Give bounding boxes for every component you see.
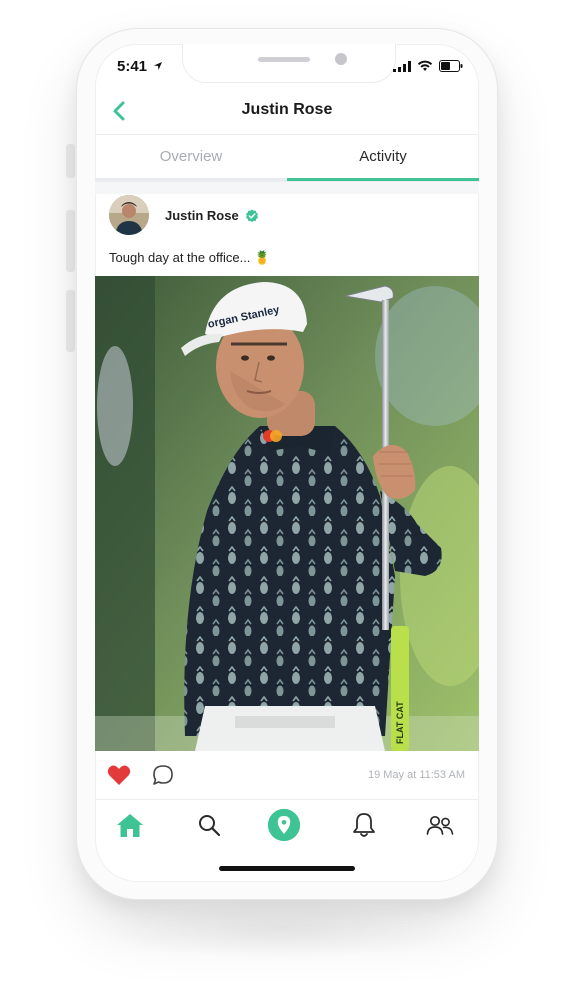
profile-tabs: Overview Activity xyxy=(95,134,479,179)
avatar[interactable] xyxy=(109,195,149,235)
tab-home[interactable] xyxy=(113,808,147,842)
post-timestamp: 19 May at 11:53 AM xyxy=(367,769,465,781)
active-tab-indicator xyxy=(287,178,479,181)
post-photo[interactable]: organ Stanley FLAT CAT xyxy=(95,276,479,751)
tab-overview[interactable]: Overview xyxy=(95,135,287,179)
verified-badge-icon xyxy=(246,209,258,223)
avatar-image xyxy=(109,195,149,235)
golfer-photo: organ Stanley FLAT CAT xyxy=(95,276,479,751)
search-icon xyxy=(199,815,221,837)
nav-header: Justin Rose xyxy=(95,92,479,132)
mute-switch xyxy=(66,144,75,178)
tab-search[interactable] xyxy=(192,808,226,842)
tab-notifications[interactable] xyxy=(347,808,381,842)
location-pin-icon xyxy=(267,808,301,842)
signal-icon xyxy=(393,60,411,72)
volume-down-button xyxy=(66,290,75,352)
app-screen: 5:41 Justin Rose Overview Activity Justi… xyxy=(95,44,479,882)
tab-activity[interactable]: Activity xyxy=(287,135,479,179)
notch xyxy=(182,44,396,83)
wifi-icon xyxy=(417,60,433,71)
post-actions: 19 May at 11:53 AM xyxy=(95,751,479,800)
home-indicator[interactable] xyxy=(219,866,355,871)
tab-location[interactable] xyxy=(267,808,301,842)
location-arrow-icon xyxy=(154,62,163,70)
bell-icon xyxy=(353,813,375,837)
device-shadow xyxy=(100,900,460,960)
post-caption: Tough day at the office... 🍍 xyxy=(109,250,271,265)
status-indicators xyxy=(393,60,463,72)
volume-up-button xyxy=(66,210,75,272)
heart-icon[interactable] xyxy=(107,764,131,786)
home-icon xyxy=(117,814,143,837)
status-time: 5:41 xyxy=(117,58,163,75)
speaker-grille xyxy=(258,57,310,62)
people-icon xyxy=(426,815,454,835)
front-camera xyxy=(335,53,347,65)
tab-people[interactable] xyxy=(423,808,457,842)
battery-icon xyxy=(439,60,463,72)
page-title: Justin Rose xyxy=(241,101,333,118)
post-author[interactable]: Justin Rose xyxy=(165,208,239,223)
post-header: Justin Rose xyxy=(95,194,479,240)
bottom-tab-bar xyxy=(95,800,479,850)
comment-bubble-icon[interactable] xyxy=(151,763,175,787)
grip-text: FLAT CAT xyxy=(395,701,405,744)
feed-separator xyxy=(95,182,479,194)
